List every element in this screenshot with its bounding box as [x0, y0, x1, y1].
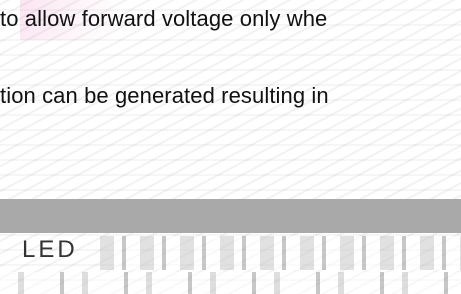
glitch-strip — [100, 236, 461, 270]
text-line-1: to allow forward voltage only whe — [0, 6, 328, 31]
glitch-strip-bottom — [0, 272, 461, 294]
page: to allow forward voltage only whe tion c… — [0, 0, 461, 294]
section-label: LED — [22, 236, 78, 263]
text-line-2: tion can be generated resulting in — [0, 83, 329, 108]
gray-bar — [0, 199, 461, 233]
